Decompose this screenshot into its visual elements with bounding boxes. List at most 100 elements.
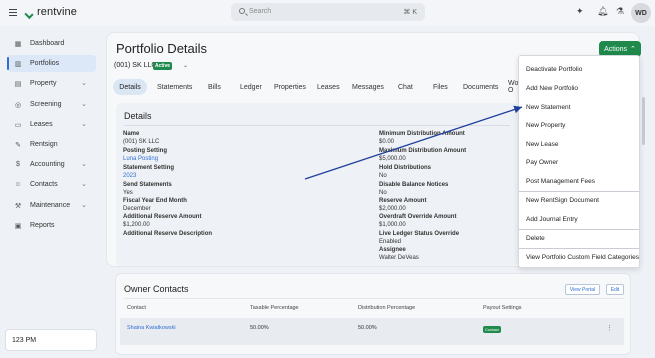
sidebar-item-label: Accounting [30,161,65,168]
contacts-icon: ☺ [14,181,22,188]
edit-button[interactable]: Edit [606,284,624,295]
posting-setting-link[interactable]: Luna Posting [123,155,167,163]
details-title: Details [124,111,152,121]
tab-messages[interactable]: Messages [346,79,390,95]
rentvine-logo-icon [25,7,35,17]
chevron-up-icon: ⌃ [630,46,636,53]
user-avatar[interactable]: WD [631,3,651,23]
field-label: Minimum Distribution Amount [379,131,465,137]
sidebar-item-label: Portfolios [30,60,60,67]
search-icon [239,8,245,14]
tab-ledger[interactable]: Ledger [234,79,268,95]
sidebar-item-label: Screening [30,101,62,108]
menu-item-add-new-portfolio[interactable]: Add New Portfolio [519,79,639,97]
sidebar-item-maintenance[interactable]: ⚒ Maintenance ⌄ [7,197,96,214]
contact-link[interactable]: Shaina Kwiatkowski [127,325,176,331]
sidebar-item-contacts[interactable]: ☺ Contacts ⌄ [7,176,96,193]
tab-bills[interactable]: Bills [202,79,227,95]
sidebar-item-rentsign[interactable]: ✎ Rentsign [7,136,96,153]
lease-icon: ▭ [14,121,22,129]
search-bar[interactable]: Search ⌘ K [231,3,425,21]
sidebar-item-property[interactable]: ▤ Property ⌄ [7,75,96,92]
owner-contacts-title: Owner Contacts [124,284,189,294]
sidebar-item-label: Leases [30,121,53,128]
sidebar-item-accounting[interactable]: $ Accounting ⌄ [7,156,96,173]
field-disable-balance-notices: Disable Balance Notices No [379,181,448,197]
field-name: Name (001) SK LLC [123,130,159,146]
sidebar-item-leases[interactable]: ▭ Leases ⌄ [7,116,96,133]
column-header-taxable: Taxable Percentage [250,305,299,311]
field-label: Posting Setting [123,148,167,154]
tab-statements[interactable]: Statements [151,79,198,95]
chevron-down-icon: ⌄ [81,161,87,168]
chevron-down-icon: ⌄ [81,181,87,188]
scrollbar[interactable] [642,97,645,145]
tab-properties[interactable]: Properties [268,79,312,95]
menu-item-view-custom-field-categories[interactable]: View Portfolio Custom Field Categories [519,248,639,266]
menu-icon[interactable] [9,9,17,16]
view-portal-button[interactable]: View Portal [565,284,600,295]
field-value: (001) SK LLC [123,139,160,145]
chevron-down-icon[interactable]: ⌄ [183,62,188,69]
sidebar-item-portfolios[interactable]: ▥ Portfolios [7,55,96,72]
sparkle-icon[interactable]: ✦ [576,6,584,17]
field-value: $1,000.00 [379,222,406,228]
menu-item-deactivate-portfolio[interactable]: Deactivate Portfolio [519,60,639,78]
field-live-ledger-status: Live Ledger Status Override Enabled [379,230,459,246]
field-label: Additional Reserve Description [123,231,213,237]
tab-chat[interactable]: Chat [392,79,419,95]
field-label: Name [123,131,140,137]
tab-leases[interactable]: Leases [311,79,346,95]
logo[interactable]: rentvine [25,6,77,18]
tab-documents[interactable]: Documents [457,79,504,95]
field-additional-reserve-amount: Additional Reserve Amount $1,200.00 [123,213,201,229]
field-label: Reserve Amount [379,198,427,204]
field-label: Disable Balance Notices [379,182,449,188]
menu-item-pay-owner[interactable]: Pay Owner [519,153,639,171]
actions-dropdown-menu: Deactivate Portfolio Add New Portfolio N… [518,55,640,268]
sidebar-item-label: Maintenance [30,202,71,209]
bell-icon[interactable]: 🔔︎ [597,6,608,17]
field-label: Additional Reserve Amount [123,214,202,220]
field-label: Assignee [379,247,406,253]
menu-item-add-journal-entry[interactable]: Add Journal Entry [519,210,639,228]
table-row[interactable] [120,318,624,345]
field-overdraft-override: Overdraft Override Amount $1,000.00 [379,213,456,229]
sidebar-item-dashboard[interactable]: ▦ Dashboard [7,35,96,52]
field-statement-setting: Statement Setting 2023 [123,164,174,180]
taxable-percentage: 50.00% [250,325,269,331]
field-value: Enabled [379,239,402,245]
sidebar-item-screening[interactable]: ◎ Screening ⌄ [7,96,96,113]
column-header-contact: Contact [127,305,146,311]
logo-text: rentvine [37,6,77,18]
sidebar-item-reports[interactable]: ▣ Reports [7,217,96,234]
details-card: Details Name (001) SK LLC Posting Settin… [116,103,518,266]
field-value: No [379,190,387,196]
menu-item-new-property[interactable]: New Property [519,116,639,134]
field-label: Hold Distributions [379,165,431,171]
menu-item-new-rentsign-document[interactable]: New RentSign Document [519,191,639,209]
field-label: Fiscal Year End Month [123,198,187,204]
payout-badge: Contact [483,326,501,333]
menu-item-new-lease[interactable]: New Lease [519,135,639,153]
sidebar-item-label: Property [30,80,57,87]
tab-files[interactable]: Files [427,79,454,95]
menu-item-post-management-fees[interactable]: Post Management Fees [519,172,639,190]
menu-item-new-statement[interactable]: New Statement [519,98,639,116]
more-options-icon[interactable]: ⋮ [606,324,613,332]
flask-icon[interactable]: ⚗ [616,6,624,17]
field-label: Maximum Distribution Amount [379,148,467,154]
field-value: Walter DeVeas [379,255,419,261]
distribution-percentage: 50.00% [358,325,377,331]
sidebar-item-label: Dashboard [30,40,65,47]
sidebar-item-label: Contacts [30,181,58,188]
portfolio-icon: ▥ [14,60,22,68]
field-value: December [123,206,151,212]
statement-setting-link[interactable]: 2023 [123,172,174,180]
tab-details[interactable]: Details [113,79,147,95]
search-placeholder: Search [249,8,272,15]
actions-label: Actions [604,45,628,53]
field-label: Overdraft Override Amount [379,214,457,220]
field-value: $5,000.00 [379,156,406,162]
menu-item-delete[interactable]: Delete [519,229,639,247]
